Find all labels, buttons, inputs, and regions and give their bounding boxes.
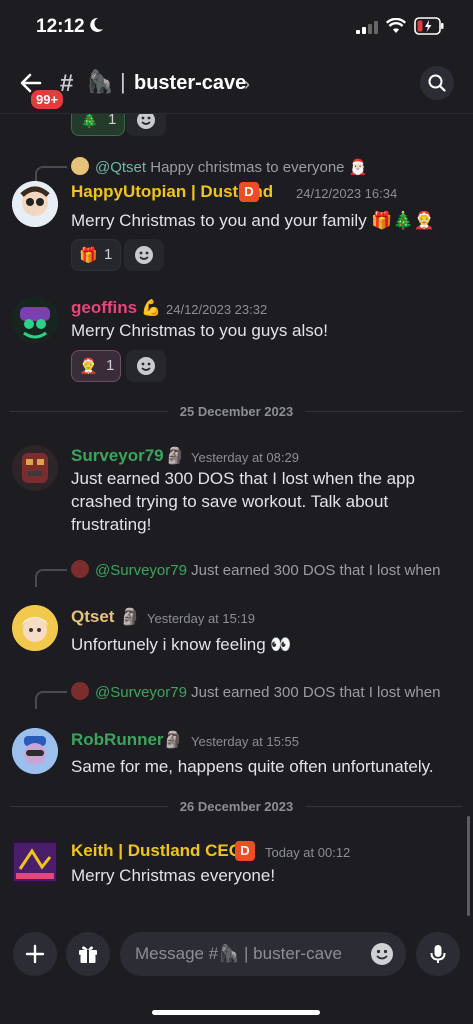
reaction-emoji: 🤶: [79, 358, 98, 375]
message-list[interactable]: 🎄 1 @Qtset Happy christmas to everyone 🎅…: [0, 114, 473, 920]
message-text: Merry Christmas everyone!: [71, 866, 276, 885]
message-input[interactable]: Message #🦍 | buster-cave: [120, 932, 406, 976]
role-tag-icon: 🗿: [165, 448, 185, 465]
date-divider-label: 25 December 2023: [167, 404, 306, 419]
search-button[interactable]: [420, 66, 454, 100]
status-bar: 12:12: [0, 0, 473, 52]
chevron-right-icon[interactable]: ›: [244, 74, 250, 95]
message-text: Same for me, happens quite often unfortu…: [71, 757, 434, 776]
message-author[interactable]: Keith | Dustland CEO: [71, 841, 242, 861]
avatar[interactable]: [12, 445, 58, 491]
reaction-count: 1: [106, 357, 115, 374]
message-timestamp: Yesterday at 08:29: [191, 450, 299, 465]
add-reaction-icon: [137, 357, 155, 375]
reply-text: Happy christmas to everyone 🎅🏻: [150, 159, 368, 176]
reply-text: Just earned 300 DOS that I lost when the…: [191, 684, 441, 701]
avatar-mini: [71, 682, 89, 700]
role-tag-icon: 🗿: [120, 609, 140, 626]
message-timestamp: Today at 00:12: [265, 845, 351, 860]
gift-icon: [79, 946, 97, 963]
avatar[interactable]: [12, 181, 58, 227]
avatar[interactable]: [12, 297, 58, 343]
reply-text: Just earned 300 DOS that I lost when the…: [191, 562, 441, 579]
reply-preview[interactable]: @Qtset Happy christmas to everyone 🎅🏻: [71, 157, 441, 176]
message-text: Just earned 300 DOS that I lost when the…: [71, 469, 415, 534]
battery-icon: [414, 17, 444, 35]
message-author[interactable]: RobRunner: [71, 730, 164, 750]
message-input-placeholder: Message #🦍 | buster-cave: [135, 944, 343, 963]
reply-preview[interactable]: @Surveyor79 Just earned 300 DOS that I l…: [71, 560, 441, 579]
avatar-mini: [71, 157, 89, 175]
plus-icon: [25, 944, 45, 964]
channel-hash-icon: #: [60, 70, 74, 97]
dustland-badge-icon: D: [239, 182, 259, 202]
date-divider-label: 26 December 2023: [167, 799, 306, 814]
voice-message-button[interactable]: [416, 932, 460, 976]
add-reaction-button[interactable]: [124, 239, 164, 271]
scrollbar[interactable]: [467, 816, 470, 916]
message-timestamp: Yesterday at 15:55: [191, 734, 299, 749]
add-reaction-icon: [135, 246, 153, 264]
home-indicator: [152, 1010, 320, 1015]
message-text: Merry Christmas to you guys also!: [71, 321, 328, 340]
avatar[interactable]: [12, 605, 58, 651]
message-timestamp: Yesterday at 15:19: [147, 611, 255, 626]
add-attachment-button[interactable]: [13, 932, 57, 976]
microphone-icon: [430, 945, 446, 963]
channel-name[interactable]: buster-cave: [134, 72, 246, 95]
message-author[interactable]: Surveyor79: [71, 446, 164, 466]
reaction-emoji: 🎄: [80, 114, 99, 129]
gift-button[interactable]: [66, 932, 110, 976]
message-timestamp: 24/12/2023 23:32: [166, 302, 268, 317]
reply-author: @Qtset: [95, 159, 147, 176]
message-composer: Message #🦍 | buster-cave: [0, 920, 473, 1024]
signal-icon: [356, 21, 378, 34]
reply-author: @Surveyor79: [95, 562, 187, 579]
role-tag-icon: 🗿: [163, 732, 183, 749]
reaction-chip[interactable]: 🎁 1: [71, 239, 121, 271]
add-reaction-button[interactable]: [126, 350, 166, 382]
emoji-icon[interactable]: [370, 942, 394, 966]
avatar-mini: [71, 560, 89, 578]
add-reaction-icon: [137, 114, 155, 129]
dustland-badge-icon: D: [235, 841, 255, 861]
reaction-chip[interactable]: 🎄 1: [71, 114, 125, 136]
search-icon: [428, 74, 446, 92]
avatar[interactable]: [12, 728, 58, 774]
avatar[interactable]: [12, 839, 58, 885]
reply-connector: [35, 569, 67, 587]
wifi-icon: [386, 18, 406, 33]
reply-preview[interactable]: @Surveyor79 Just earned 300 DOS that I l…: [71, 682, 441, 701]
message-timestamp: 24/12/2023 16:34: [296, 186, 398, 201]
moon-icon: [90, 17, 103, 32]
add-reaction-button[interactable]: [126, 114, 166, 136]
reaction-count: 1: [104, 246, 113, 263]
reply-author: @Surveyor79: [95, 684, 187, 701]
date-divider: 26 December 2023: [0, 799, 473, 814]
message-text: Merry Christmas to you and your family 🎁…: [71, 211, 435, 230]
message-author[interactable]: Qtset: [71, 607, 114, 627]
role-tag-icon: 💪: [141, 300, 161, 317]
message-author[interactable]: geoffins: [71, 298, 137, 318]
reaction-count: 1: [108, 114, 117, 128]
reply-connector: [35, 691, 67, 709]
status-time: 12:12: [36, 16, 85, 37]
channel-emoji: 🦍: [86, 69, 114, 94]
message-text: Unfortunely i know feeling 👀: [71, 635, 292, 654]
date-divider: 25 December 2023: [0, 404, 473, 419]
reaction-chip[interactable]: 🤶 1: [71, 350, 121, 382]
channel-separator: |: [120, 69, 126, 94]
channel-header: 99+ # 🦍 | buster-cave ›: [0, 52, 473, 114]
reaction-emoji: 🎁: [79, 247, 98, 264]
